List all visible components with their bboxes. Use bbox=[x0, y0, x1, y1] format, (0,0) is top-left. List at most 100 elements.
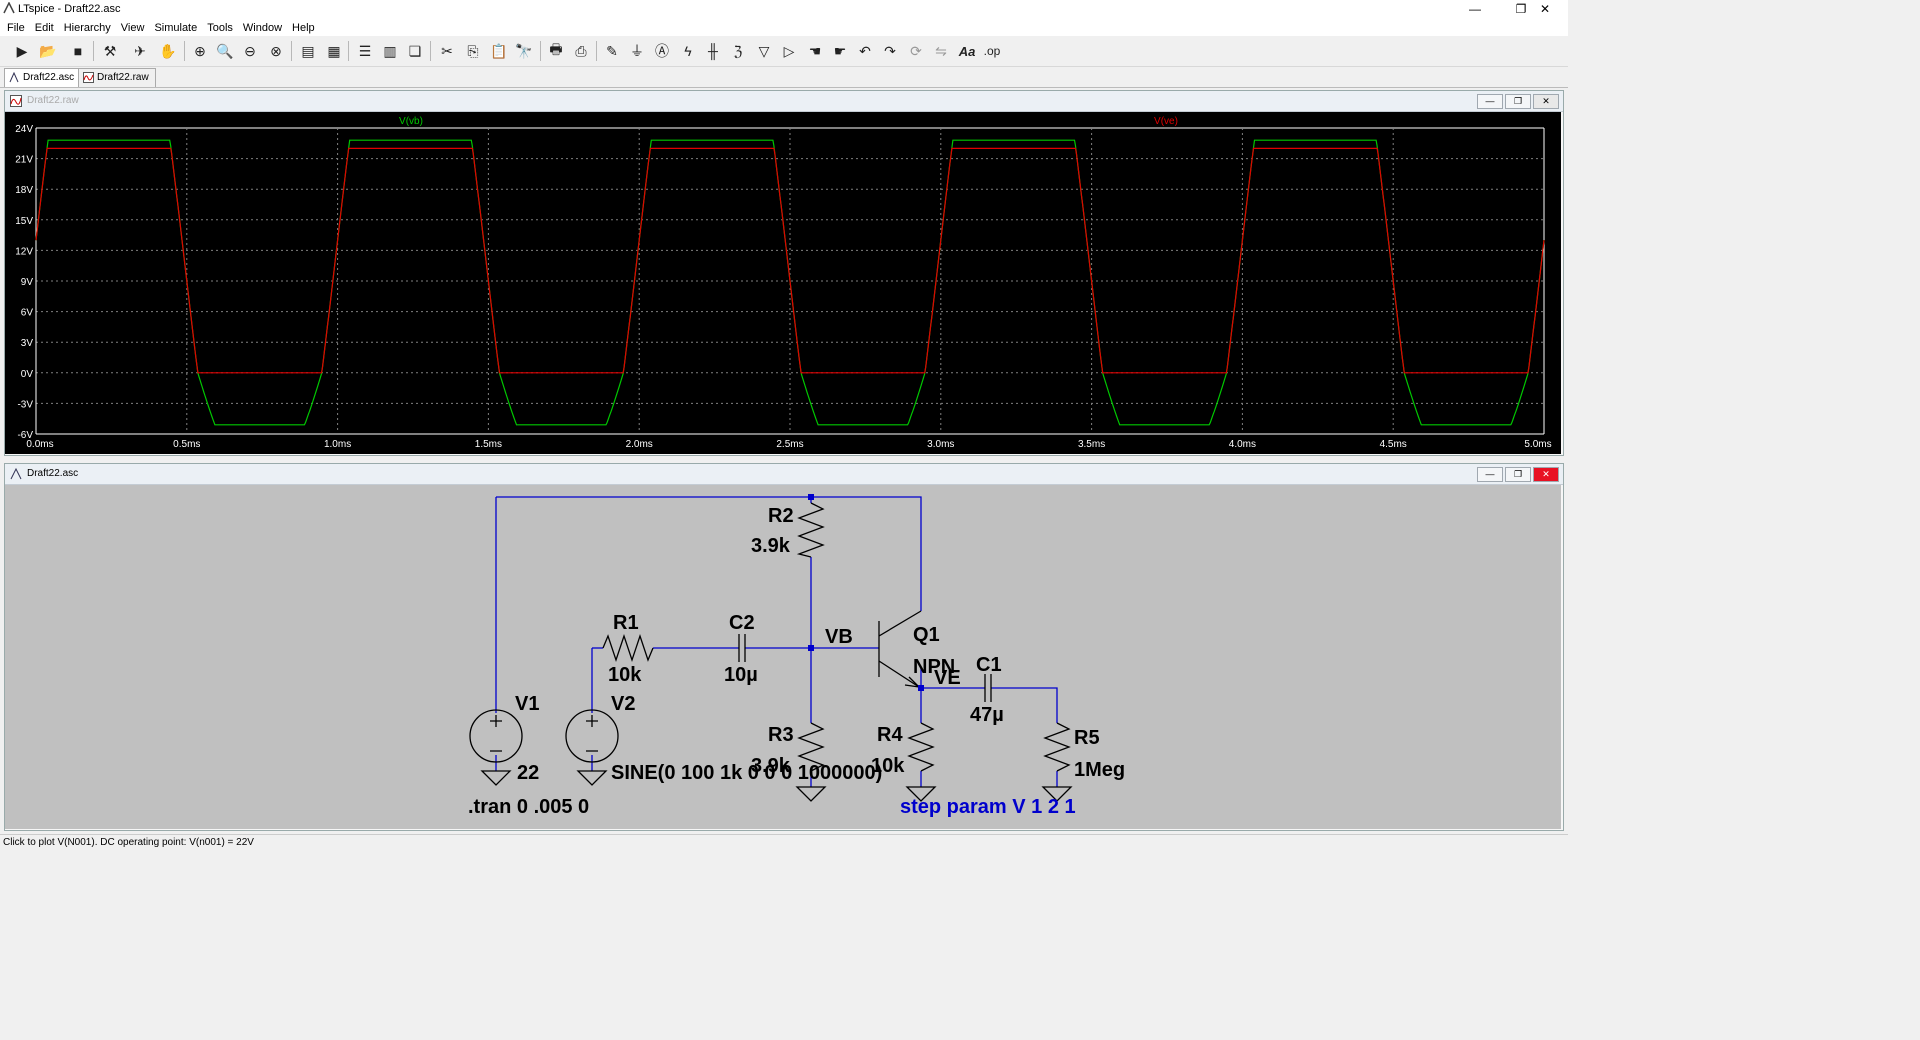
r5-label[interactable]: R5 bbox=[1074, 727, 1100, 749]
cut-icon[interactable]: ✂ bbox=[437, 41, 457, 61]
plot-minimize-button[interactable]: — bbox=[1477, 94, 1503, 109]
r5-value[interactable]: 1Meg bbox=[1074, 759, 1125, 781]
plot-close-button[interactable]: ✕ bbox=[1533, 94, 1559, 109]
y-tick-label: 6V bbox=[21, 308, 34, 319]
tab-draft22-asc[interactable]: Draft22.asc bbox=[4, 68, 82, 87]
y-tick-label: 15V bbox=[15, 216, 33, 227]
junction-top bbox=[808, 494, 814, 500]
halt-icon[interactable]: ✈ bbox=[130, 41, 150, 61]
menu-help[interactable]: Help bbox=[287, 19, 320, 37]
trace-label-vb[interactable]: V(vb) bbox=[399, 116, 423, 127]
waveform-plot[interactable]: 24V21V18V15V12V9V6V3V0V-3V-6V 0.0ms 0.5ms… bbox=[5, 112, 1561, 454]
y-tick-label: 24V bbox=[15, 124, 33, 135]
label-icon[interactable]: Ⓐ bbox=[652, 41, 672, 61]
tab-draft22-raw[interactable]: Draft22.raw bbox=[78, 68, 156, 87]
autorange-icon[interactable]: ▤ bbox=[298, 41, 318, 61]
drag-icon[interactable]: ☛ bbox=[830, 41, 850, 61]
y-tick-label: 9V bbox=[21, 277, 34, 288]
q1-label[interactable]: Q1 bbox=[913, 624, 940, 646]
menu-file[interactable]: File bbox=[2, 19, 30, 37]
ltspice-logo-icon bbox=[3, 2, 15, 14]
print-icon[interactable]: 🖶 bbox=[546, 41, 566, 61]
run-icon[interactable]: ▶ bbox=[12, 41, 32, 61]
tran-directive[interactable]: .tran 0 .005 0 bbox=[468, 796, 589, 818]
c2-label[interactable]: C2 bbox=[729, 612, 755, 634]
minimize-button[interactable]: — bbox=[1452, 0, 1498, 18]
schematic-canvas[interactable]: R2 3.9k R1 10k C2 10µ VB Q1 NPN C1 VE 47… bbox=[5, 485, 1561, 829]
r3-label[interactable]: R3 bbox=[768, 724, 794, 746]
status-text: Click to plot V(N001). DC operating poin… bbox=[3, 837, 254, 848]
redo-icon[interactable]: ↷ bbox=[880, 41, 900, 61]
menu-edit[interactable]: Edit bbox=[30, 19, 59, 37]
r2-label[interactable]: R2 bbox=[768, 505, 794, 527]
move-icon[interactable]: ☚ bbox=[805, 41, 825, 61]
inductor-icon[interactable]: ℨ bbox=[728, 41, 748, 61]
ve-net-label[interactable]: VE bbox=[934, 667, 961, 689]
cascade-icon[interactable]: ❏ bbox=[405, 41, 425, 61]
mirror-icon[interactable]: ⇋ bbox=[931, 41, 951, 61]
r1-value[interactable]: 10k bbox=[608, 664, 642, 686]
x-tick-label: 4.0ms bbox=[1229, 439, 1256, 450]
step-directive[interactable]: step param V 1 2 1 bbox=[900, 796, 1076, 818]
copy-icon[interactable]: ⎘ bbox=[463, 41, 483, 61]
zoom-area-icon[interactable]: 🔍 bbox=[215, 41, 235, 61]
schematic-minimize-button[interactable]: — bbox=[1477, 467, 1503, 482]
menu-window[interactable]: Window bbox=[238, 19, 287, 37]
status-bar: Click to plot V(N001). DC operating poin… bbox=[0, 834, 1568, 851]
menu-hierarchy[interactable]: Hierarchy bbox=[59, 19, 116, 37]
spice-directive-icon[interactable]: .op bbox=[982, 41, 1002, 61]
plot-window-title: Draft22.raw bbox=[27, 95, 79, 106]
x-tick-label: 5.0ms bbox=[1524, 439, 1551, 450]
component-icon[interactable]: ▷ bbox=[779, 41, 799, 61]
x-tick-label: 1.0ms bbox=[324, 439, 351, 450]
zoom-out-icon[interactable]: ⊖ bbox=[240, 41, 260, 61]
capacitor-icon[interactable]: ╫ bbox=[703, 41, 723, 61]
find-icon[interactable]: 🔭 bbox=[514, 41, 534, 61]
rotate-icon[interactable]: ⟳ bbox=[906, 41, 926, 61]
v1-value[interactable]: 22 bbox=[517, 762, 539, 784]
paste-icon[interactable]: 📋 bbox=[489, 41, 509, 61]
schematic-close-button[interactable]: ✕ bbox=[1533, 467, 1559, 482]
r2-value[interactable]: 3.9k bbox=[751, 535, 791, 557]
resistor-icon[interactable]: ϟ bbox=[678, 41, 698, 61]
diode-icon[interactable]: ▽ bbox=[754, 41, 774, 61]
zoom-in-icon[interactable]: ⊕ bbox=[190, 41, 210, 61]
menu-view[interactable]: View bbox=[116, 19, 150, 37]
c1-value[interactable]: 47µ bbox=[970, 704, 1004, 726]
plot-maximize-button[interactable]: ❐ bbox=[1505, 94, 1531, 109]
trace-label-ve[interactable]: V(ve) bbox=[1154, 116, 1178, 127]
x-tick-label: 0.5ms bbox=[173, 439, 200, 450]
menu-tools[interactable]: Tools bbox=[202, 19, 238, 37]
r4-label[interactable]: R4 bbox=[877, 724, 903, 746]
text-icon[interactable]: Aa bbox=[957, 41, 977, 61]
menu-simulate[interactable]: Simulate bbox=[149, 19, 202, 37]
undo-icon[interactable]: ↶ bbox=[855, 41, 875, 61]
plot-window: Draft22.raw — ❐ ✕ 24V 21V 18V 15V 12V 9V 6V 3V 0… bbox=[4, 90, 1564, 456]
wire-icon[interactable]: ✎ bbox=[602, 41, 622, 61]
x-tick-label: 3.5ms bbox=[1078, 439, 1105, 450]
r1-label[interactable]: R1 bbox=[613, 612, 639, 634]
print-setup-icon[interactable]: ⎙ bbox=[571, 41, 591, 61]
y-tick-label: -3V bbox=[17, 399, 33, 410]
open-icon[interactable]: 📂 bbox=[38, 41, 58, 61]
v2-label[interactable]: V2 bbox=[611, 693, 635, 715]
vb-net-label[interactable]: VB bbox=[825, 626, 853, 648]
control-panel-icon[interactable]: ⚒ bbox=[100, 41, 120, 61]
y-tick-label: 3V bbox=[21, 338, 34, 349]
document-tabs: Draft22.asc Draft22.raw bbox=[0, 67, 1568, 88]
save-icon[interactable]: ■ bbox=[68, 41, 88, 61]
schematic-maximize-button[interactable]: ❐ bbox=[1505, 467, 1531, 482]
zoom-fit-icon[interactable]: ⊗ bbox=[266, 41, 286, 61]
title-bar: LTspice - Draft22.asc — ❐ ✕ bbox=[0, 0, 1568, 18]
tile-horizontal-icon[interactable]: ☰ bbox=[355, 41, 375, 61]
schematic-window-titlebar: Draft22.asc — ❐ ✕ bbox=[5, 464, 1563, 485]
grid-icon[interactable]: ▦ bbox=[324, 41, 344, 61]
close-button[interactable]: ✕ bbox=[1522, 0, 1568, 18]
c2-value[interactable]: 10µ bbox=[724, 664, 758, 686]
v1-label[interactable]: V1 bbox=[515, 693, 539, 715]
c1-label[interactable]: C1 bbox=[976, 654, 1002, 676]
pan-icon[interactable]: ✋ bbox=[158, 41, 178, 61]
tile-vertical-icon[interactable]: ▥ bbox=[380, 41, 400, 61]
v2-value[interactable]: SINE(0 100 1k 0 0 0 1000000) bbox=[611, 762, 882, 784]
ground-icon[interactable]: ⏚ bbox=[627, 41, 647, 61]
